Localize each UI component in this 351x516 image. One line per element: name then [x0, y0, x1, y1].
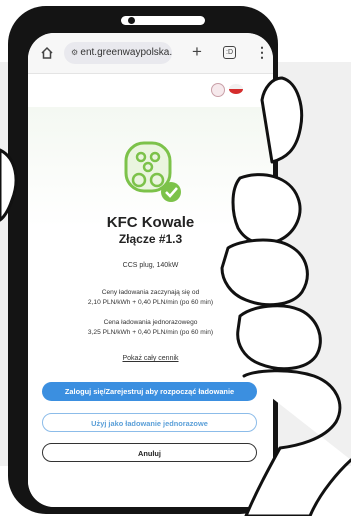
tabs-icon[interactable]: :D	[223, 46, 236, 59]
address-bar[interactable]: ⚙ ent.greenwaypolska.pl	[64, 42, 172, 64]
phone-screen: ⚙ ent.greenwaypolska.pl + :D ⋮ KFC Kowal…	[28, 33, 273, 507]
single-charge-button[interactable]: Użyj jako ładowanie jednorazowe	[42, 413, 257, 432]
single-price-title: Cena ładowania jednorazowego	[103, 319, 198, 326]
home-icon[interactable]	[40, 46, 54, 60]
price-from: 2,10 PLN/kWh + 0,40 PLN/min (po 60 min)	[87, 299, 214, 306]
single-price: 3,25 PLN/kWh + 0,40 PLN/min (po 60 min)	[87, 329, 214, 336]
polish-flag-icon[interactable]	[229, 84, 243, 94]
site-settings-icon[interactable]: ⚙	[71, 48, 80, 57]
station-name: KFC Kowale	[106, 214, 195, 231]
url-text: ent.greenwaypolska.pl	[80, 47, 172, 58]
single-price-block: Cena ładowania jednorazowego 3,25 PLN/kW…	[28, 318, 273, 338]
cancel-button[interactable]: Anuluj	[42, 443, 257, 462]
phone-frame: ⚙ ent.greenwaypolska.pl + :D ⋮ KFC Kowal…	[8, 6, 278, 514]
connector-label: Złącze #1.3	[118, 232, 183, 246]
globe-icon[interactable]	[211, 83, 225, 97]
price-intro: Ceny ładowania zaczynają się od	[101, 289, 200, 296]
plug-info: CCS plug, 140kW	[122, 262, 179, 269]
price-from-block: Ceny ładowania zaczynają się od 2,10 PLN…	[28, 288, 273, 308]
login-register-button[interactable]: Zaloguj się/Zarejestruj aby rozpocząć ła…	[42, 382, 257, 401]
charger-connector-icon	[124, 141, 181, 202]
browser-toolbar: ⚙ ent.greenwaypolska.pl + :D ⋮	[28, 33, 273, 74]
show-price-list-link[interactable]: Pokaż cały cennik	[28, 355, 273, 362]
camera-dot	[128, 17, 135, 24]
new-tab-icon[interactable]: +	[192, 43, 202, 61]
menu-icon[interactable]: ⋮	[255, 45, 269, 59]
